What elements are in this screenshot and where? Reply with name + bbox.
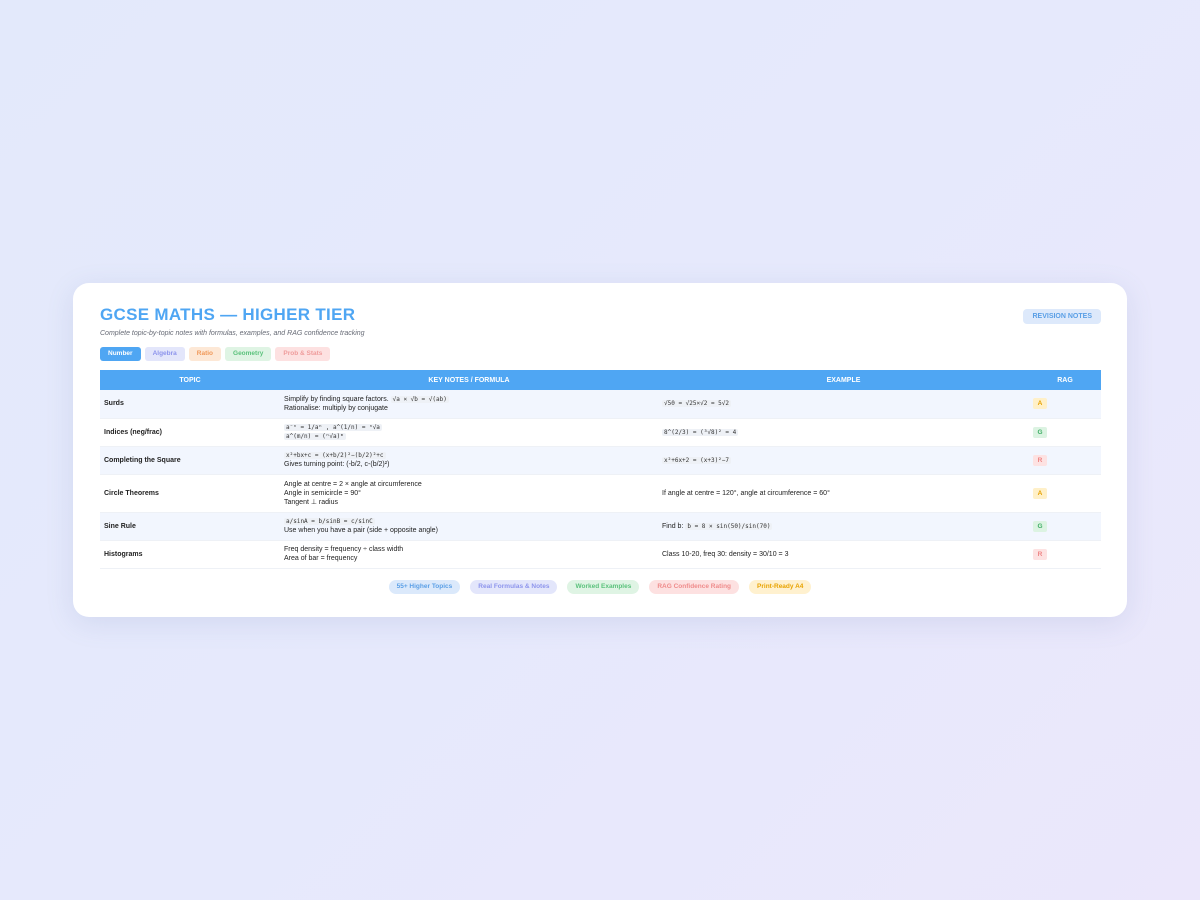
notes-cell: x²+bx+c = (x+b/2)²−(b/2)²+c Gives turnin… [280, 446, 658, 475]
example-cell: 8^(2/3) = (³√8)² = 4 [658, 418, 1029, 447]
note-text: Use when you have a pair (side + opposit… [284, 527, 438, 534]
rag-cell: G [1029, 512, 1101, 541]
tab-algebra[interactable]: Algebra [144, 347, 185, 361]
page-subtitle: Complete topic-by-topic notes with formu… [100, 330, 365, 337]
topic-cell: Sine Rule [100, 512, 280, 541]
note-line: a^(m/n) = (ⁿ√a)ᵐ [284, 432, 654, 441]
rag-cell: G [1029, 418, 1101, 447]
note-line: x²+bx+c = (x+b/2)²−(b/2)²+c [284, 451, 654, 460]
tab-number[interactable]: Number [100, 347, 141, 361]
feature-pill-topics: 55+ Higher Topics [388, 580, 461, 594]
notes-card: GCSE MATHS — HIGHER TIER Complete topic-… [73, 283, 1127, 617]
column-header-topic: TOPIC [100, 370, 280, 390]
example-code: b = 8 × sin(50)/sin(70) [685, 522, 773, 530]
example-text: If angle at centre = 120°, angle at circ… [662, 489, 830, 497]
example-cell: x²+6x+2 = (x+3)²−7 [658, 446, 1029, 475]
topic-cell: Histograms [100, 540, 280, 569]
topic-cell: Indices (neg/frac) [100, 418, 280, 447]
note-text: Tangent ⊥ radius [284, 498, 338, 506]
example-cell: Find b: b = 8 × sin(50)/sin(70) [658, 512, 1029, 541]
rag-cell: R [1029, 446, 1101, 475]
table-row: Sine Rule a/sinA = b/sinB = c/sinC Use w… [100, 512, 1101, 541]
topic-cell: Surds [100, 390, 280, 419]
revision-notes-badge: REVISION NOTES [1023, 309, 1101, 324]
formula-code: √a × √b = √(ab) [390, 395, 449, 403]
notes-table: TOPIC KEY NOTES / FORMULA EXAMPLE RAG Su… [100, 370, 1101, 569]
example-text: Class 10-20, freq 30: density = 30/10 = … [662, 550, 789, 558]
rag-badge-green[interactable]: G [1033, 520, 1047, 532]
tab-ratio[interactable]: Ratio [188, 347, 222, 361]
note-text: Freq density = frequency ÷ class width [284, 546, 404, 553]
example-code: √50 = √25×√2 = 5√2 [662, 400, 732, 408]
column-header-rag: RAG [1029, 370, 1101, 390]
table-header-row: TOPIC KEY NOTES / FORMULA EXAMPLE RAG [100, 370, 1101, 390]
feature-pill-rag: RAG Confidence Rating [649, 580, 740, 594]
notes-cell: Freq density = frequency ÷ class width A… [280, 540, 658, 569]
rag-badge-green[interactable]: G [1033, 426, 1047, 438]
rag-badge-red[interactable]: R [1033, 454, 1047, 466]
notes-table-container: TOPIC KEY NOTES / FORMULA EXAMPLE RAG Su… [100, 370, 1101, 569]
example-code: x²+6x+2 = (x+3)²−7 [662, 456, 732, 464]
note-line: a⁻ⁿ = 1/aⁿ , a^(1/n) = ⁿ√a [284, 423, 654, 432]
note-text: Angle at centre = 2 × angle at circumfer… [284, 480, 422, 488]
feature-pill-print: Print-Ready A4 [749, 580, 812, 594]
formula-code: a⁻ⁿ = 1/aⁿ , a^(1/n) = ⁿ√a [284, 424, 382, 431]
rag-badge-amber[interactable]: A [1033, 487, 1047, 499]
rag-cell: A [1029, 390, 1101, 419]
notes-cell: a/sinA = b/sinB = c/sinC Use when you ha… [280, 512, 658, 541]
note-line: Simplify by finding square factors. √a ×… [284, 395, 654, 404]
notes-cell: Angle at centre = 2 × angle at circumfer… [280, 474, 658, 513]
example-code: 8^(2/3) = (³√8)² = 4 [662, 428, 739, 436]
feature-pill-examples: Worked Examples [567, 580, 640, 594]
table-row: Histograms Freq density = frequency ÷ cl… [100, 540, 1101, 569]
topic-tabs: Number Algebra Ratio Geometry Prob & Sta… [100, 347, 331, 361]
example-text: Find b: [662, 522, 684, 530]
formula-code: x²+bx+c = (x+b/2)²−(b/2)²+c [284, 452, 386, 459]
formula-code: a^(m/n) = (ⁿ√a)ᵐ [284, 433, 346, 440]
table-row: Surds Simplify by finding square factors… [100, 390, 1101, 419]
rag-badge-amber[interactable]: A [1033, 398, 1047, 410]
table-row: Indices (neg/frac) a⁻ⁿ = 1/aⁿ , a^(1/n) … [100, 418, 1101, 447]
feature-pill-formulas: Real Formulas & Notes [470, 580, 558, 594]
note-text: Area of bar = frequency [284, 555, 358, 562]
example-cell: Class 10-20, freq 30: density = 30/10 = … [658, 540, 1029, 569]
table-row: Completing the Square x²+bx+c = (x+b/2)²… [100, 446, 1101, 475]
rag-cell: A [1029, 474, 1101, 513]
formula-code: a/sinA = b/sinB = c/sinC [284, 518, 375, 525]
note-text: Simplify by finding square factors. [284, 395, 389, 403]
note-line: a/sinA = b/sinB = c/sinC [284, 517, 654, 526]
note-text: Angle in semicircle = 90° [284, 489, 361, 497]
note-text: Gives turning point: (-b/2, c-(b/2)²) [284, 461, 390, 468]
topic-cell: Circle Theorems [100, 474, 280, 513]
topic-cell: Completing the Square [100, 446, 280, 475]
column-header-example: EXAMPLE [658, 370, 1029, 390]
column-header-notes: KEY NOTES / FORMULA [280, 370, 658, 390]
rag-cell: R [1029, 540, 1101, 569]
feature-pills: 55+ Higher Topics Real Formulas & Notes … [73, 580, 1127, 594]
page-title: GCSE MATHS — HIGHER TIER [100, 305, 356, 324]
rag-badge-red[interactable]: R [1033, 548, 1047, 560]
notes-cell: Simplify by finding square factors. √a ×… [280, 390, 658, 419]
example-cell: √50 = √25×√2 = 5√2 [658, 390, 1029, 419]
table-row: Circle Theorems Angle at centre = 2 × an… [100, 474, 1101, 513]
tab-prob-stats[interactable]: Prob & Stats [275, 347, 331, 361]
example-cell: If angle at centre = 120°, angle at circ… [658, 474, 1029, 513]
note-text: Rationalise: multiply by conjugate [284, 404, 388, 412]
notes-cell: a⁻ⁿ = 1/aⁿ , a^(1/n) = ⁿ√a a^(m/n) = (ⁿ√… [280, 418, 658, 447]
tab-geometry[interactable]: Geometry [225, 347, 272, 361]
